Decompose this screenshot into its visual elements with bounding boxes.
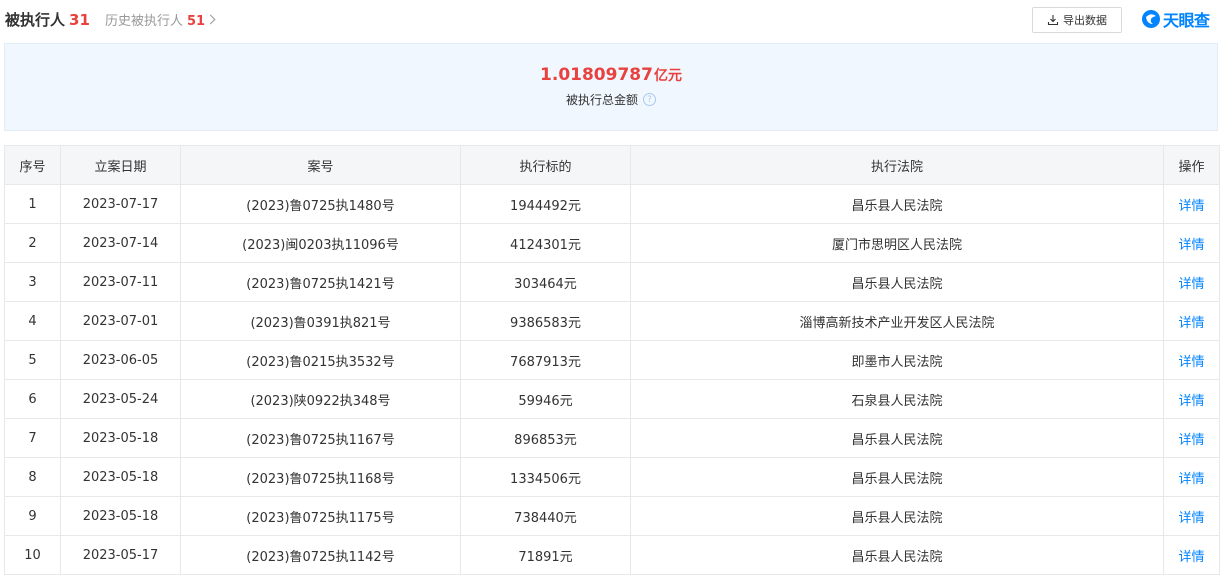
cell-execution-amount: 9386583元: [460, 301, 631, 341]
cell-case-number: (2023)鲁0725执1421号: [180, 262, 461, 302]
tianyancha-logo-icon: [1142, 10, 1160, 28]
chevron-right-icon: [205, 14, 216, 25]
cell-execution-amount: 303464元: [460, 262, 631, 302]
cell-execution-amount: 738440元: [460, 496, 631, 536]
tab-executed-person[interactable]: 被执行人 31: [5, 9, 90, 30]
cell-court: 昌乐县人民法院: [630, 496, 1164, 536]
cell-case-number: (2023)鲁0725执1142号: [180, 535, 461, 575]
cell-case-number: (2023)鲁0725执1167号: [180, 418, 461, 458]
tab-history-label: 历史被执行人: [105, 14, 184, 29]
cell-court: 昌乐县人民法院: [630, 418, 1164, 458]
cell-index: 2: [4, 223, 61, 263]
detail-link[interactable]: 详情: [1163, 301, 1220, 341]
cell-court: 昌乐县人民法院: [630, 535, 1164, 575]
total-amount-panel: 1.01809787亿元 被执行总金额 ?: [4, 43, 1218, 131]
help-icon[interactable]: ?: [643, 93, 656, 106]
cell-case-number: (2023)鲁0391执821号: [180, 301, 461, 341]
header-case-number: 案号: [180, 145, 461, 185]
cell-execution-amount: 7687913元: [460, 340, 631, 380]
header-filing-date: 立案日期: [60, 145, 181, 185]
cell-execution-amount: 4124301元: [460, 223, 631, 263]
cell-filing-date: 2023-07-11: [60, 262, 181, 302]
cell-court: 即墨市人民法院: [630, 340, 1164, 380]
cell-filing-date: 2023-07-01: [60, 301, 181, 341]
cell-filing-date: 2023-05-18: [60, 418, 181, 458]
cell-filing-date: 2023-05-18: [60, 457, 181, 497]
cell-court: 淄博高新技术产业开发区人民法院: [630, 301, 1164, 341]
tab-executed-person-count: 31: [69, 11, 90, 29]
table-row: 5 2023-06-05 (2023)鲁0215执3532号 7687913元 …: [4, 340, 1220, 380]
table-row: 7 2023-05-18 (2023)鲁0725执1167号 896853元 昌…: [4, 418, 1220, 458]
cell-case-number: (2023)鲁0725执1168号: [180, 457, 461, 497]
detail-link[interactable]: 详情: [1163, 184, 1220, 224]
tab-history-executed-person[interactable]: 历史被执行人 51: [105, 10, 216, 29]
total-amount-label-row: 被执行总金额 ?: [5, 91, 1217, 108]
total-amount: 1.01809787亿元: [5, 65, 1217, 85]
table-row: 2 2023-07-14 (2023)闽0203执11096号 4124301元…: [4, 223, 1220, 263]
brand-name: 天眼查: [1163, 11, 1210, 30]
cell-court: 昌乐县人民法院: [630, 262, 1164, 302]
cell-court: 昌乐县人民法院: [630, 184, 1164, 224]
cell-execution-amount: 59946元: [460, 379, 631, 419]
cell-case-number: (2023)鲁0215执3532号: [180, 340, 461, 380]
table-row: 10 2023-05-17 (2023)鲁0725执1142号 71891元 昌…: [4, 535, 1220, 575]
export-data-label: 导出数据: [1063, 14, 1107, 27]
cell-index: 1: [4, 184, 61, 224]
cell-index: 6: [4, 379, 61, 419]
executed-person-table: 序号 立案日期 案号 执行标的 执行法院 操作 1 2023-07-17 (20…: [4, 145, 1220, 575]
detail-link[interactable]: 详情: [1163, 340, 1220, 380]
detail-link[interactable]: 详情: [1163, 535, 1220, 575]
cell-filing-date: 2023-05-24: [60, 379, 181, 419]
header-court: 执行法院: [630, 145, 1164, 185]
tab-history-count: 51: [187, 14, 206, 29]
cell-index: 7: [4, 418, 61, 458]
detail-link[interactable]: 详情: [1163, 457, 1220, 497]
table-row: 4 2023-07-01 (2023)鲁0391执821号 9386583元 淄…: [4, 301, 1220, 341]
cell-index: 10: [4, 535, 61, 575]
cell-index: 5: [4, 340, 61, 380]
export-data-button[interactable]: 导出数据: [1032, 7, 1122, 33]
detail-link[interactable]: 详情: [1163, 379, 1220, 419]
cell-filing-date: 2023-07-17: [60, 184, 181, 224]
table-header-row: 序号 立案日期 案号 执行标的 执行法院 操作: [4, 145, 1220, 185]
detail-link[interactable]: 详情: [1163, 418, 1220, 458]
total-amount-unit: 亿元: [653, 68, 682, 84]
cell-court: 石泉县人民法院: [630, 379, 1164, 419]
tab-executed-person-label: 被执行人: [5, 11, 66, 29]
cell-case-number: (2023)陕0922执348号: [180, 379, 461, 419]
header-index: 序号: [4, 145, 61, 185]
cell-execution-amount: 1944492元: [460, 184, 631, 224]
table-row: 3 2023-07-11 (2023)鲁0725执1421号 303464元 昌…: [4, 262, 1220, 302]
top-bar: 被执行人 31 历史被执行人 51 导出数据 天眼查: [0, 0, 1225, 40]
download-icon: [1047, 15, 1059, 26]
tianyancha-logo: 天眼查: [1141, 8, 1210, 30]
detail-link[interactable]: 详情: [1163, 262, 1220, 302]
cell-case-number: (2023)鲁0725执1175号: [180, 496, 461, 536]
total-amount-value: 1.01809787: [540, 65, 653, 85]
cell-case-number: (2023)鲁0725执1480号: [180, 184, 461, 224]
detail-link[interactable]: 详情: [1163, 496, 1220, 536]
cell-execution-amount: 896853元: [460, 418, 631, 458]
header-action: 操作: [1163, 145, 1220, 185]
total-amount-label: 被执行总金额: [565, 93, 638, 107]
cell-index: 3: [4, 262, 61, 302]
cell-filing-date: 2023-06-05: [60, 340, 181, 380]
header-execution-amount: 执行标的: [460, 145, 631, 185]
cell-index: 9: [4, 496, 61, 536]
cell-case-number: (2023)闽0203执11096号: [180, 223, 461, 263]
cell-execution-amount: 71891元: [460, 535, 631, 575]
cell-index: 4: [4, 301, 61, 341]
table-row: 1 2023-07-17 (2023)鲁0725执1480号 1944492元 …: [4, 184, 1220, 224]
cell-execution-amount: 1334506元: [460, 457, 631, 497]
detail-link[interactable]: 详情: [1163, 223, 1220, 263]
table-row: 8 2023-05-18 (2023)鲁0725执1168号 1334506元 …: [4, 457, 1220, 497]
cell-filing-date: 2023-07-14: [60, 223, 181, 263]
cell-filing-date: 2023-05-17: [60, 535, 181, 575]
table-row: 6 2023-05-24 (2023)陕0922执348号 59946元 石泉县…: [4, 379, 1220, 419]
cell-court: 昌乐县人民法院: [630, 457, 1164, 497]
cell-index: 8: [4, 457, 61, 497]
table-row: 9 2023-05-18 (2023)鲁0725执1175号 738440元 昌…: [4, 496, 1220, 536]
cell-filing-date: 2023-05-18: [60, 496, 181, 536]
cell-court: 厦门市思明区人民法院: [630, 223, 1164, 263]
